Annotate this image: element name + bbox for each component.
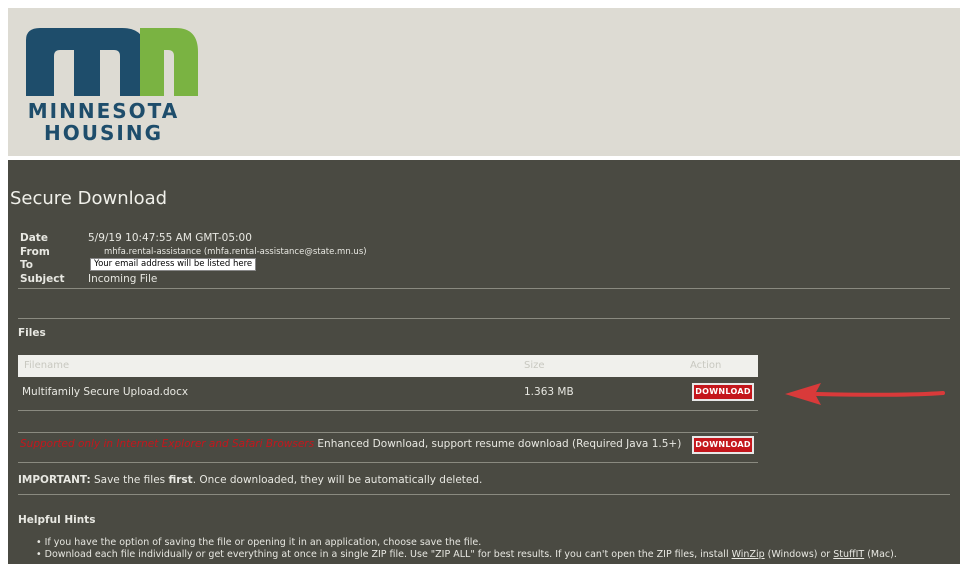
logo-wordmark: MINNESOTA HOUSING: [16, 100, 191, 144]
logo-line-1: MINNESOTA: [27, 99, 180, 123]
download-button[interactable]: DOWNLOAD: [692, 383, 754, 401]
page-title: Secure Download: [10, 188, 168, 209]
file-size: 1.363 MB: [524, 386, 574, 398]
helpful-hints-title: Helpful Hints: [18, 514, 96, 526]
important-label: IMPORTANT:: [18, 474, 91, 486]
files-table: Filename Size Action Multifamily Secure …: [18, 355, 758, 407]
hint-text: (Mac).: [864, 549, 897, 560]
hint-text: If you have the option of saving the fil…: [44, 537, 482, 548]
enhanced-download-text: Enhanced Download, support resume downlo…: [314, 438, 682, 450]
browser-support-warning: Supported only in Internet Explorer and …: [20, 438, 315, 450]
date-value: 5/9/19 10:47:55 AM GMT-05:00: [88, 232, 252, 244]
date-label: Date: [20, 232, 48, 244]
list-item: If you have the option of saving the fil…: [36, 537, 897, 549]
col-size-header: Size: [524, 360, 545, 371]
stuffit-link[interactable]: StuffIT: [833, 549, 864, 560]
table-row: Multifamily Secure Upload.docx 1.363 MB …: [18, 377, 758, 407]
logo-m-glyph: [26, 28, 146, 96]
hint-text: (Windows) or: [764, 549, 834, 560]
enhanced-download-row: Supported only in Internet Explorer and …: [20, 438, 681, 450]
important-emphasis: first: [168, 474, 193, 486]
to-value-tooltip: Your email address will be listed here: [90, 258, 257, 271]
helpful-hints-list: If you have the option of saving the fil…: [36, 537, 897, 561]
divider: [18, 494, 950, 495]
important-text: Save the files: [90, 474, 169, 486]
subject-label: Subject: [20, 272, 65, 285]
subject-value: Incoming File: [88, 272, 158, 285]
important-notice: IMPORTANT: Save the files first. Once do…: [18, 474, 482, 486]
from-label: From: [20, 245, 50, 258]
site-header: MINNESOTA HOUSING: [8, 8, 960, 156]
divider: [18, 288, 950, 289]
logo-n-glyph: [140, 28, 198, 96]
divider: [18, 410, 758, 411]
col-filename-header: Filename: [24, 360, 70, 371]
important-text-end: . Once downloaded, they will be automati…: [192, 474, 483, 486]
red-arrow-annotation: [785, 383, 945, 405]
file-name: Multifamily Secure Upload.docx: [22, 386, 189, 398]
list-item: Download each file individually or get e…: [36, 549, 897, 561]
enhanced-download-button[interactable]: DOWNLOAD: [692, 436, 754, 454]
download-panel: Secure Download Date 5/9/19 10:47:55 AM …: [8, 160, 960, 564]
col-action-header: Action: [690, 360, 722, 371]
hint-text: Download each file individually or get e…: [44, 549, 732, 560]
to-label: To: [20, 259, 33, 271]
divider: [18, 462, 758, 463]
files-table-header: Filename Size Action: [18, 355, 758, 377]
winzip-link[interactable]: WinZip: [732, 549, 765, 560]
from-value: mhfa.rental-assistance (mhfa.rental-assi…: [104, 246, 367, 257]
divider: [18, 318, 950, 319]
divider: [18, 432, 758, 433]
files-section-label: Files: [18, 327, 46, 339]
logo-line-2: HOUSING: [44, 121, 163, 145]
